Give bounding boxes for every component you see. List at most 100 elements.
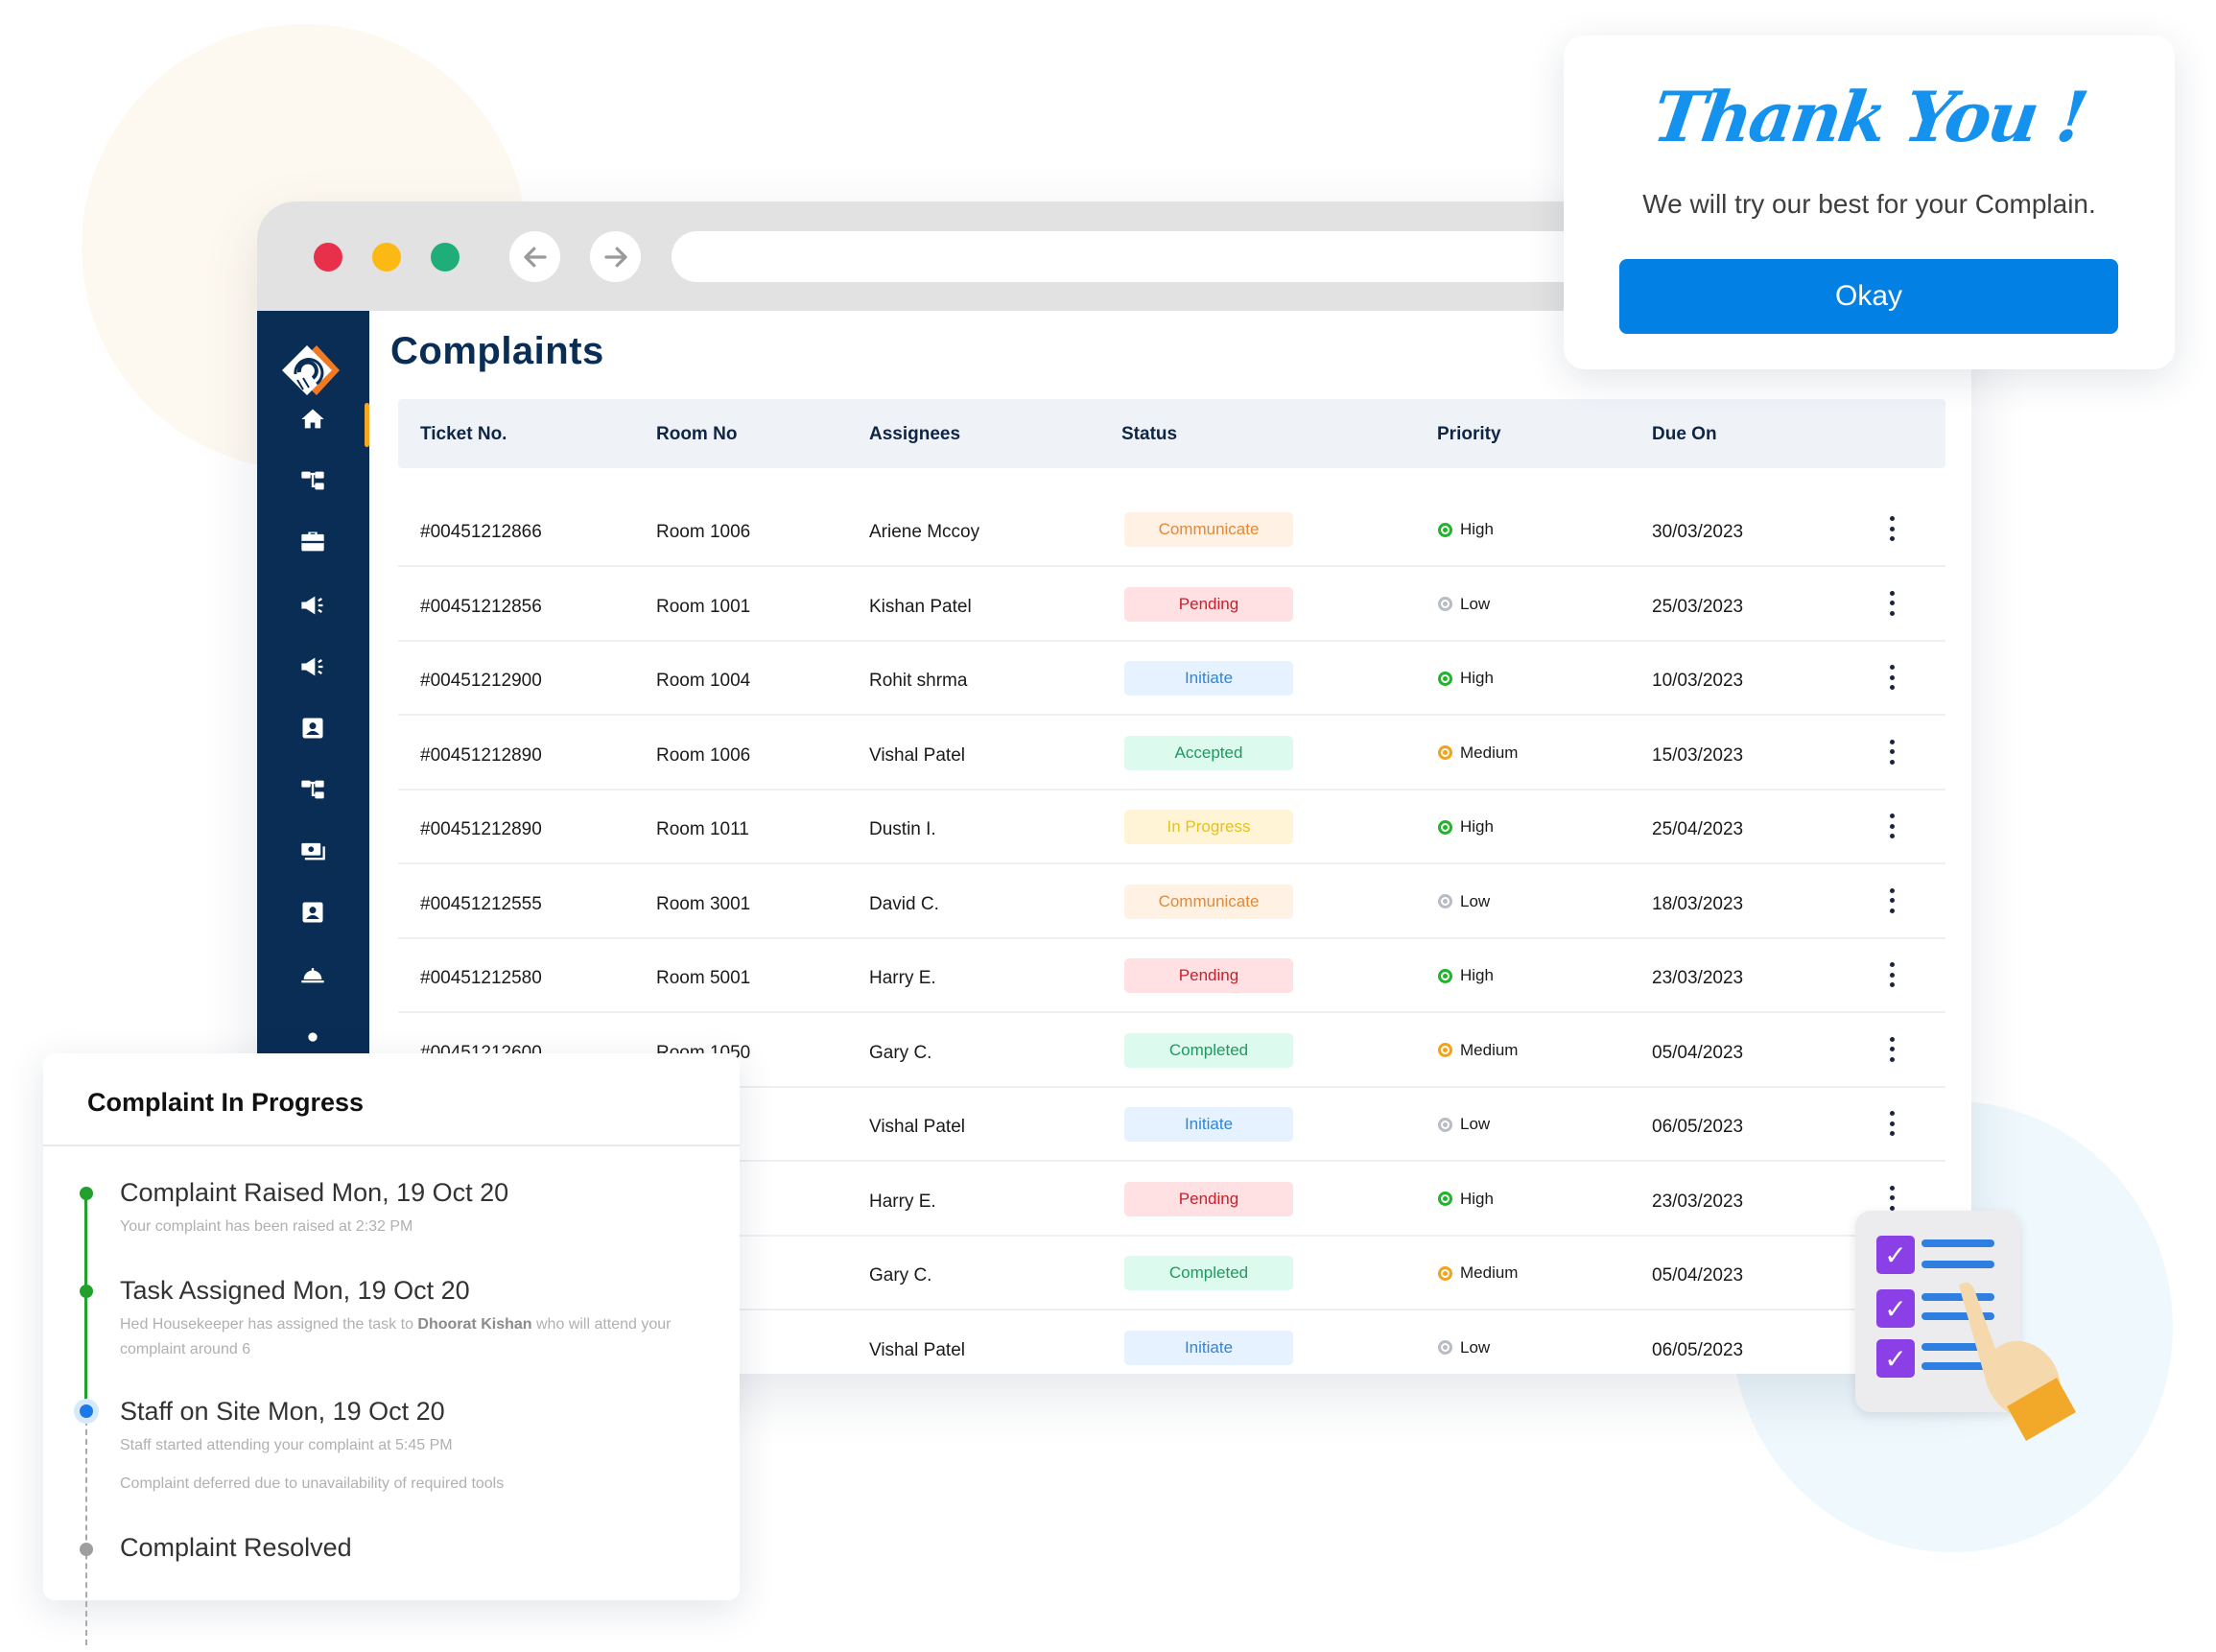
ticket-number[interactable]: #00451212890 xyxy=(420,819,542,840)
row-actions-menu[interactable] xyxy=(1882,589,1901,618)
dot-icon xyxy=(308,1032,318,1042)
sidebar-item-8[interactable] xyxy=(294,835,332,867)
timeline-step-heading: Complaint Resolved xyxy=(120,1533,352,1562)
status-badge: Pending xyxy=(1124,1181,1293,1216)
column-header-assignees[interactable]: Assignees xyxy=(869,424,960,445)
ticket-number[interactable]: #00451212900 xyxy=(420,671,542,692)
status-badge: Completed xyxy=(1124,1256,1293,1290)
ticket-number[interactable]: #00451212555 xyxy=(420,894,542,915)
sidebar-item-10[interactable] xyxy=(294,957,332,990)
due-date: 18/03/2023 xyxy=(1652,893,1744,914)
status-badge: Communicate xyxy=(1124,512,1293,547)
due-date: 25/04/2023 xyxy=(1652,819,1744,839)
ticket-number[interactable]: #00451212580 xyxy=(420,968,542,989)
assignee-name: Vishal Patel xyxy=(869,744,965,766)
assignee-name: Kishan Patel xyxy=(869,596,972,617)
kebab-dot xyxy=(1889,814,1895,818)
priority-dot-icon xyxy=(1438,597,1452,611)
due-date: 05/04/2023 xyxy=(1652,1265,1744,1286)
back-button[interactable] xyxy=(509,231,560,282)
kebab-dot xyxy=(1889,823,1895,829)
kebab-dot xyxy=(1889,739,1895,744)
room-number: Room 1004 xyxy=(656,671,751,691)
column-header-priority[interactable]: Priority xyxy=(1437,424,1501,445)
close-window-dot[interactable] xyxy=(314,243,342,271)
priority-label: Low xyxy=(1460,1115,1491,1133)
column-header-room[interactable]: Room No xyxy=(656,424,737,445)
priority-label: Low xyxy=(1460,1337,1491,1357)
okay-button[interactable]: Okay xyxy=(1619,259,2118,334)
page-title: Complaints xyxy=(390,330,604,372)
status-badge: Initiate xyxy=(1124,661,1293,696)
kebab-dot xyxy=(1889,972,1895,978)
priority-dot-icon xyxy=(1438,1043,1452,1057)
ticket-number[interactable]: #00451212890 xyxy=(420,745,542,767)
timeline-line-complete xyxy=(84,1192,87,1406)
forward-button[interactable] xyxy=(590,231,641,282)
row-actions-menu[interactable] xyxy=(1882,738,1901,767)
sidebar-item-5[interactable] xyxy=(294,650,332,683)
arrow-right-icon xyxy=(603,247,627,267)
maximize-window-dot[interactable] xyxy=(431,243,460,271)
status-badge: Initiate xyxy=(1124,1330,1293,1365)
sidebar-item-4[interactable] xyxy=(294,589,332,622)
table-row[interactable]: #00451212580 Room 5001 Harry E. Pending High… xyxy=(398,939,1945,1013)
sidebar-item-11[interactable] xyxy=(294,1021,332,1053)
kebab-dot xyxy=(1889,1111,1895,1116)
table-row[interactable]: #00451212900 Room 1004 Rohit shrma Initiate… xyxy=(398,642,1945,716)
table-row[interactable]: #00451212866 Room 1006 Ariene Mccoy Communi… xyxy=(398,493,1945,567)
priority-dot-icon xyxy=(1438,1117,1452,1132)
assignee-name: Rohit shrma xyxy=(869,671,968,691)
priority-indicator: High xyxy=(1438,1190,1494,1209)
row-actions-menu[interactable] xyxy=(1882,1109,1901,1138)
sidebar-item-6[interactable] xyxy=(294,712,332,744)
kebab-dot xyxy=(1889,1121,1895,1126)
due-date: 15/03/2023 xyxy=(1652,744,1744,766)
sidebar-item-3[interactable] xyxy=(294,526,332,558)
row-actions-menu[interactable] xyxy=(1882,663,1901,692)
kebab-dot xyxy=(1889,674,1895,680)
priority-dot-icon xyxy=(1438,522,1452,537)
due-date: 23/03/2023 xyxy=(1652,968,1744,988)
ticket-number[interactable]: #00451212856 xyxy=(420,597,542,618)
table-row[interactable]: #00451212856 Room 1001 Kishan Patel Pending… xyxy=(398,568,1945,642)
row-actions-menu[interactable] xyxy=(1882,1184,1901,1213)
megaphone-icon xyxy=(301,596,323,615)
sidebar-item-7[interactable] xyxy=(294,773,332,806)
priority-dot-icon xyxy=(1438,745,1452,760)
row-actions-menu[interactable] xyxy=(1882,1035,1901,1064)
kebab-dot xyxy=(1889,590,1895,596)
row-actions-menu[interactable] xyxy=(1882,812,1901,840)
thank-you-title: Thank You ! xyxy=(1647,76,2091,157)
table-row[interactable]: #00451212555 Room 3001 David C. Communicate… xyxy=(398,865,1945,939)
ticket-number[interactable]: #00451212866 xyxy=(420,522,542,543)
room-number: Room 1006 xyxy=(656,522,751,542)
column-header-ticket[interactable]: Ticket No. xyxy=(420,424,507,445)
minimize-window-dot[interactable] xyxy=(372,243,401,271)
room-number: Room 3001 xyxy=(656,893,751,914)
assignee-name: David C. xyxy=(869,893,939,914)
priority-dot-icon xyxy=(1438,1192,1452,1206)
kebab-dot xyxy=(1889,834,1895,838)
hierarchy-icon xyxy=(301,471,324,490)
status-badge: Pending xyxy=(1124,586,1293,622)
assignee-name: Vishal Patel xyxy=(869,1339,965,1360)
column-header-status[interactable]: Status xyxy=(1121,424,1177,445)
room-number: Room 1006 xyxy=(656,744,751,766)
column-header-due-on[interactable]: Due On xyxy=(1652,424,1717,445)
detail-text: Hed Housekeeper has assigned the task to xyxy=(120,1316,418,1333)
pointing-hand-icon xyxy=(1959,1282,2076,1441)
timeline-line-pending xyxy=(85,1410,87,1645)
row-actions-menu[interactable] xyxy=(1882,960,1901,989)
table-row[interactable]: #00451212890 Room 1006 Vishal Patel Accepte… xyxy=(398,717,1945,791)
priority-indicator: High xyxy=(1438,520,1494,539)
sidebar-item-2[interactable] xyxy=(294,464,332,497)
status-badge: Pending xyxy=(1124,958,1293,993)
sidebar-item-9[interactable] xyxy=(294,896,332,929)
row-actions-menu[interactable] xyxy=(1882,514,1901,543)
sidebar-item-1[interactable] xyxy=(294,403,332,436)
due-date: 10/03/2023 xyxy=(1652,671,1744,691)
priority-dot-icon xyxy=(1438,1340,1452,1355)
row-actions-menu[interactable] xyxy=(1882,886,1901,915)
table-row[interactable]: #00451212890 Room 1011 Dustin I. In Progres… xyxy=(398,791,1945,864)
